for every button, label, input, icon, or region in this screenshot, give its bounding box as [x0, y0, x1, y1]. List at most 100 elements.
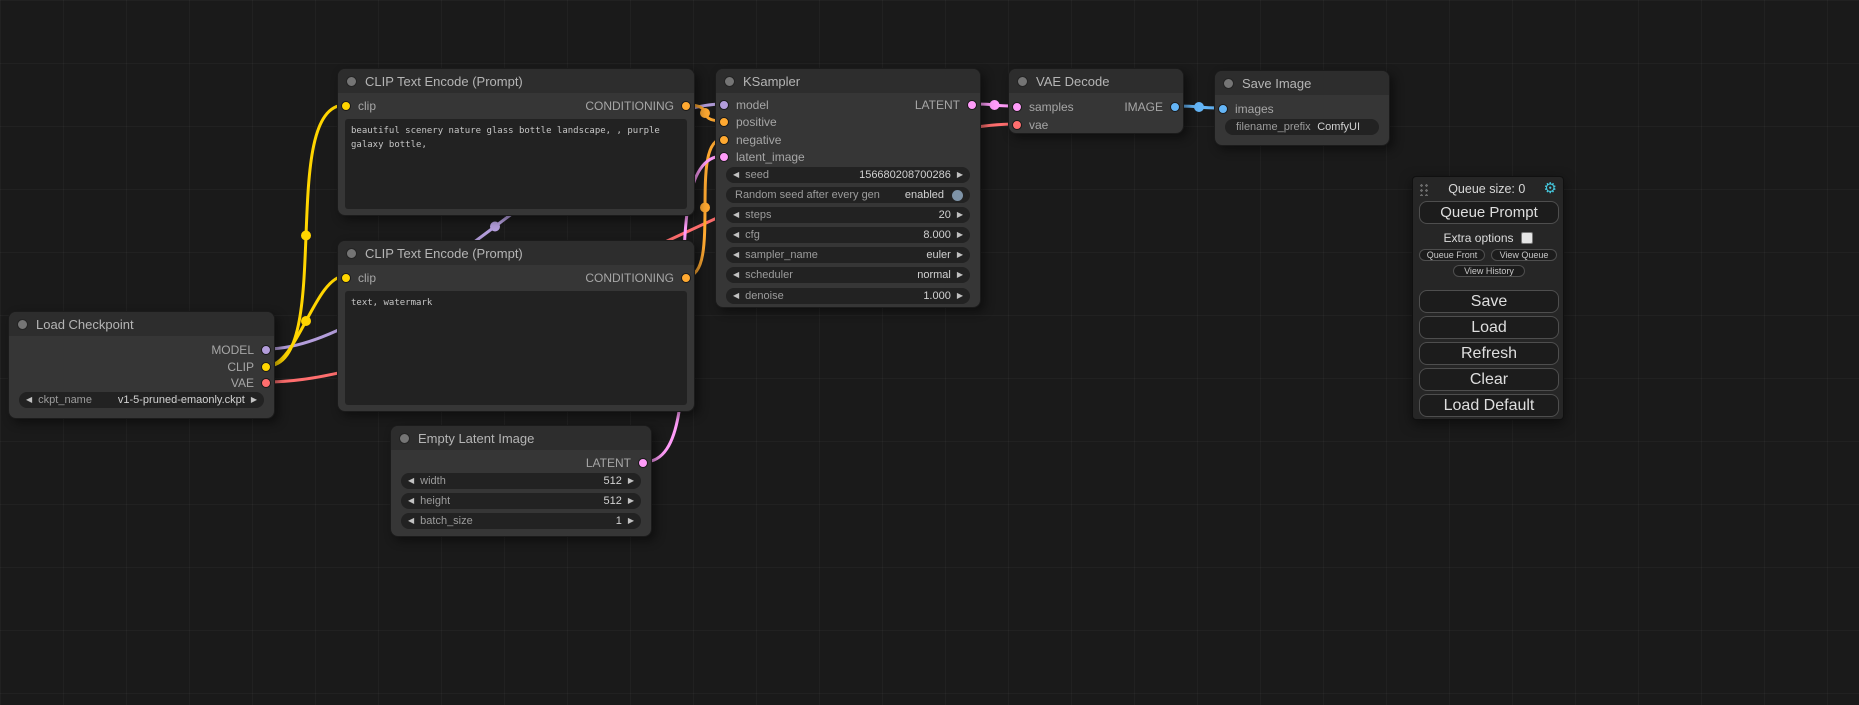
input-slot-clip[interactable]: clip	[341, 99, 376, 113]
decrement-arrow-icon[interactable]: ◀	[733, 167, 739, 183]
input-slot-latent-image[interactable]: latent_image	[719, 150, 805, 164]
node-clip-text-encode-positive[interactable]: CLIP Text Encode (Prompt) clip CONDITION…	[337, 68, 695, 216]
model-port-icon[interactable]	[719, 100, 729, 110]
clip-port-icon[interactable]	[341, 273, 351, 283]
input-slot-positive[interactable]: positive	[719, 115, 777, 129]
node-title-bar[interactable]: VAE Decode	[1009, 69, 1183, 93]
node-title-bar[interactable]: Save Image	[1215, 71, 1389, 95]
decrement-arrow-icon[interactable]: ◀	[408, 473, 414, 489]
widget-ckpt-name[interactable]: ◀ ckpt_name v1-5-pruned-emaonly.ckpt ▶	[19, 392, 264, 408]
output-slot-vae[interactable]: VAE	[231, 376, 271, 390]
increment-arrow-icon[interactable]: ▶	[957, 207, 963, 223]
view-queue-button[interactable]: View Queue	[1491, 249, 1557, 261]
widget-batch-size[interactable]: ◀ batch_size 1 ▶	[401, 513, 641, 529]
refresh-button[interactable]: Refresh	[1419, 342, 1559, 365]
widget-scheduler[interactable]: ◀ scheduler normal ▶	[726, 267, 970, 283]
latent-port-icon[interactable]	[967, 100, 977, 110]
widget-seed[interactable]: ◀ seed 156680208700286 ▶	[726, 167, 970, 183]
collapse-dot-icon[interactable]	[724, 76, 735, 87]
output-slot-conditioning[interactable]: CONDITIONING	[585, 99, 691, 113]
node-ksampler[interactable]: KSampler model positive negative latent_…	[715, 68, 981, 308]
conditioning-port-icon[interactable]	[681, 273, 691, 283]
increment-arrow-icon[interactable]: ▶	[957, 167, 963, 183]
output-slot-clip[interactable]: CLIP	[227, 360, 271, 374]
widget-filename-prefix[interactable]: filename_prefix ComfyUI	[1225, 119, 1379, 135]
collapse-dot-icon[interactable]	[17, 319, 28, 330]
settings-gear-icon[interactable]: ⚙	[1544, 182, 1557, 196]
decrement-arrow-icon[interactable]: ◀	[408, 493, 414, 509]
decrement-arrow-icon[interactable]: ◀	[733, 247, 739, 263]
input-slot-vae[interactable]: vae	[1012, 118, 1048, 132]
save-button[interactable]: Save	[1419, 290, 1559, 313]
node-vae-decode[interactable]: VAE Decode samples vae IMAGE	[1008, 68, 1184, 134]
output-slot-latent[interactable]: LATENT	[586, 456, 648, 470]
widget-steps[interactable]: ◀ steps 20 ▶	[726, 207, 970, 223]
decrement-arrow-icon[interactable]: ◀	[408, 513, 414, 529]
node-title-bar[interactable]: Load Checkpoint	[9, 312, 274, 336]
widget-width[interactable]: ◀ width 512 ▶	[401, 473, 641, 489]
node-load-checkpoint[interactable]: Load Checkpoint MODEL CLIP VAE ◀ ckpt_na…	[8, 311, 275, 419]
image-port-icon[interactable]	[1170, 102, 1180, 112]
conditioning-port-icon[interactable]	[719, 117, 729, 127]
load-default-button[interactable]: Load Default	[1419, 394, 1559, 417]
latent-port-icon[interactable]	[719, 152, 729, 162]
random-seed-toggle-icon[interactable]	[952, 190, 963, 201]
output-slot-image[interactable]: IMAGE	[1124, 100, 1180, 114]
increment-arrow-icon[interactable]: ▶	[957, 267, 963, 283]
increment-arrow-icon[interactable]: ▶	[628, 513, 634, 529]
increment-arrow-icon[interactable]: ▶	[957, 247, 963, 263]
increment-arrow-icon[interactable]: ▶	[957, 288, 963, 304]
clip-port-icon[interactable]	[261, 362, 271, 372]
graph-canvas[interactable]: Load Checkpoint MODEL CLIP VAE ◀ ckpt_na…	[0, 0, 1859, 705]
node-title-bar[interactable]: CLIP Text Encode (Prompt)	[338, 69, 694, 93]
node-empty-latent-image[interactable]: Empty Latent Image LATENT ◀ width 512 ▶ …	[390, 425, 652, 537]
vae-port-icon[interactable]	[261, 378, 271, 388]
widget-random-seed[interactable]: Random seed after every gen enabled	[726, 187, 970, 203]
collapse-dot-icon[interactable]	[346, 76, 357, 87]
clear-button[interactable]: Clear	[1419, 368, 1559, 391]
decrement-arrow-icon[interactable]: ◀	[733, 288, 739, 304]
output-slot-model[interactable]: MODEL	[211, 343, 271, 357]
node-title-bar[interactable]: KSampler	[716, 69, 980, 93]
decrement-arrow-icon[interactable]: ◀	[733, 207, 739, 223]
decrement-arrow-icon[interactable]: ◀	[733, 227, 739, 243]
queue-front-button[interactable]: Queue Front	[1419, 249, 1485, 261]
collapse-dot-icon[interactable]	[1017, 76, 1028, 87]
widget-cfg[interactable]: ◀ cfg 8.000 ▶	[726, 227, 970, 243]
conditioning-port-icon[interactable]	[719, 135, 729, 145]
output-slot-latent[interactable]: LATENT	[915, 98, 977, 112]
increment-arrow-icon[interactable]: ▶	[628, 473, 634, 489]
latent-port-icon[interactable]	[1012, 102, 1022, 112]
input-slot-samples[interactable]: samples	[1012, 100, 1074, 114]
load-button[interactable]: Load	[1419, 316, 1559, 339]
input-slot-clip[interactable]: clip	[341, 271, 376, 285]
positive-prompt-textarea[interactable]: beautiful scenery nature glass bottle la…	[345, 119, 687, 209]
widget-height[interactable]: ◀ height 512 ▶	[401, 493, 641, 509]
queue-prompt-button[interactable]: Queue Prompt	[1419, 201, 1559, 224]
model-port-icon[interactable]	[261, 345, 271, 355]
input-slot-images[interactable]: images	[1218, 102, 1274, 116]
widget-denoise[interactable]: ◀ denoise 1.000 ▶	[726, 288, 970, 304]
image-port-icon[interactable]	[1218, 104, 1228, 114]
increment-arrow-icon[interactable]: ▶	[957, 227, 963, 243]
clip-port-icon[interactable]	[341, 101, 351, 111]
increment-arrow-icon[interactable]: ▶	[628, 493, 634, 509]
node-clip-text-encode-negative[interactable]: CLIP Text Encode (Prompt) clip CONDITION…	[337, 240, 695, 412]
collapse-dot-icon[interactable]	[1223, 78, 1234, 89]
drag-handle-icon[interactable]	[1419, 182, 1430, 196]
input-slot-negative[interactable]: negative	[719, 133, 781, 147]
widget-sampler-name[interactable]: ◀ sampler_name euler ▶	[726, 247, 970, 263]
decrement-arrow-icon[interactable]: ◀	[26, 392, 32, 408]
increment-arrow-icon[interactable]: ▶	[251, 392, 257, 408]
node-title-bar[interactable]: CLIP Text Encode (Prompt)	[338, 241, 694, 265]
collapse-dot-icon[interactable]	[346, 248, 357, 259]
decrement-arrow-icon[interactable]: ◀	[733, 267, 739, 283]
collapse-dot-icon[interactable]	[399, 433, 410, 444]
input-slot-model[interactable]: model	[719, 98, 769, 112]
negative-prompt-textarea[interactable]: text, watermark	[345, 291, 687, 405]
vae-port-icon[interactable]	[1012, 120, 1022, 130]
view-history-button[interactable]: View History	[1453, 265, 1525, 277]
extra-options-checkbox[interactable]	[1521, 232, 1533, 244]
node-save-image[interactable]: Save Image images filename_prefix ComfyU…	[1214, 70, 1390, 146]
output-slot-conditioning[interactable]: CONDITIONING	[585, 271, 691, 285]
